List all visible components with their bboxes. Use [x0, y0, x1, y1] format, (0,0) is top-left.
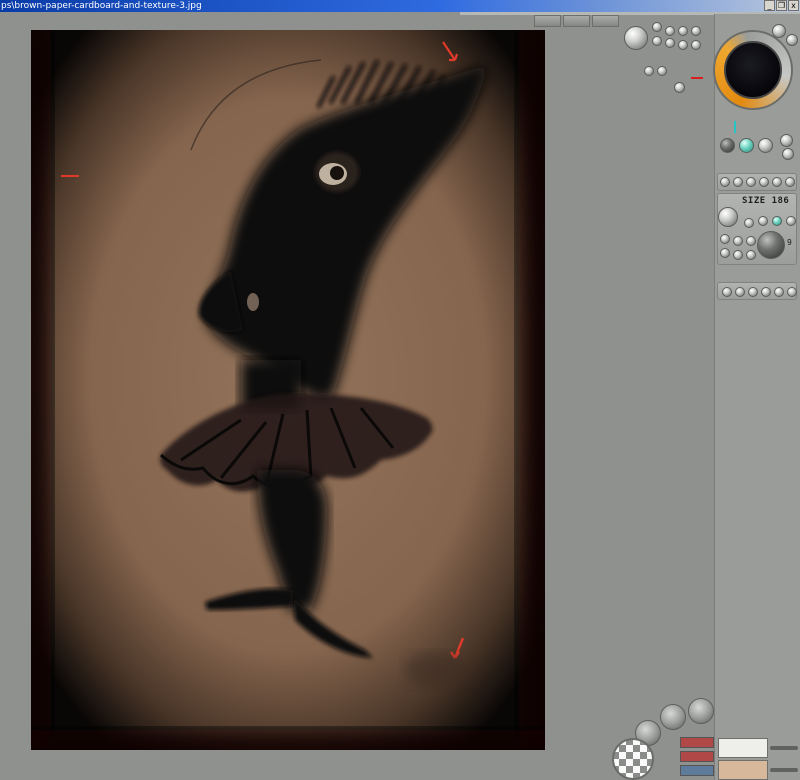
preset-knob-7[interactable]	[678, 40, 688, 50]
restore-button[interactable]: ❐	[776, 0, 787, 11]
opacity-knob-1[interactable]	[720, 234, 730, 244]
tool-knob-6[interactable]	[785, 177, 795, 187]
tray-knob-2[interactable]	[660, 704, 686, 730]
mouth-highlight	[247, 293, 259, 311]
tray-knob-3[interactable]	[688, 698, 714, 724]
tool-knob-1[interactable]	[720, 177, 730, 187]
brush-knob-large[interactable]	[624, 26, 648, 50]
pressure-dial[interactable]	[757, 231, 785, 259]
opacity-knob-2[interactable]	[733, 236, 743, 246]
tool-knob-5[interactable]	[772, 177, 782, 187]
preset-knob-8[interactable]	[691, 40, 701, 50]
opacity-knob-4[interactable]	[720, 248, 730, 258]
size-knob[interactable]	[718, 207, 738, 227]
swatch-button-1[interactable]	[680, 737, 714, 748]
blend-knob-2[interactable]	[735, 287, 745, 297]
minimize-button[interactable]: _	[764, 0, 775, 11]
preset-knob-6[interactable]	[665, 38, 675, 48]
color-knob-3[interactable]	[758, 138, 773, 153]
tool-knob-2[interactable]	[733, 177, 743, 187]
left-edge-smudge	[31, 30, 51, 750]
pressure-readout: 9	[787, 238, 792, 247]
title-bar: ps\brown-paper-cardboard-and-texture-3.j…	[0, 0, 800, 12]
tool-knob-4[interactable]	[759, 177, 769, 187]
tab-3[interactable]	[592, 15, 619, 27]
opacity-knob-6[interactable]	[746, 250, 756, 260]
size-preset-2[interactable]	[758, 216, 768, 226]
current-color-well[interactable]	[724, 41, 782, 99]
blend-knob-6[interactable]	[787, 287, 797, 297]
preset-knob-4[interactable]	[691, 26, 701, 36]
layer-thumbnail-2[interactable]	[718, 760, 768, 780]
tab-strip	[534, 15, 619, 27]
size-preset-1[interactable]	[744, 218, 754, 228]
preset-knob-13[interactable]	[786, 34, 798, 46]
drawing-canvas[interactable]	[31, 30, 545, 750]
window-title: ps\brown-paper-cardboard-and-texture-3.j…	[1, 1, 202, 11]
window-controls: _ ❐ x	[764, 0, 799, 11]
color-knob-4[interactable]	[780, 134, 793, 147]
blend-knob-5[interactable]	[774, 287, 784, 297]
preset-knob-1[interactable]	[652, 22, 662, 32]
preset-knob-3[interactable]	[678, 26, 688, 36]
layer-thumbnail-1[interactable]	[718, 738, 768, 758]
tab-1[interactable]	[534, 15, 561, 27]
color-dial[interactable]	[713, 30, 793, 110]
transparency-swatch[interactable]	[612, 738, 654, 780]
right-edge-smudge	[519, 30, 545, 750]
bottom-smudge	[405, 652, 465, 688]
eye-pupil	[330, 166, 344, 180]
preset-knob-2[interactable]	[665, 26, 675, 36]
layer-opacity-slider-1[interactable]	[770, 746, 798, 750]
color-knob-1[interactable]	[720, 138, 735, 153]
preset-knob-11[interactable]	[674, 82, 685, 93]
preset-knob-9[interactable]	[644, 66, 654, 76]
color-knob-5[interactable]	[782, 148, 794, 160]
hue-marker-teal	[734, 121, 736, 133]
color-knob-2[interactable]	[739, 138, 754, 153]
blend-knob-1[interactable]	[722, 287, 732, 297]
bottom-edge-smudge	[31, 730, 545, 750]
hue-marker-red	[691, 77, 703, 79]
swatch-button-2[interactable]	[680, 751, 714, 762]
size-preset-4[interactable]	[786, 216, 796, 226]
tab-2[interactable]	[563, 15, 590, 27]
preset-knob-10[interactable]	[657, 66, 667, 76]
charcoal-drawing	[31, 30, 545, 750]
tool-panel	[714, 14, 800, 780]
preset-knob-5[interactable]	[652, 36, 662, 46]
opacity-knob-5[interactable]	[733, 250, 743, 260]
size-preset-3[interactable]	[772, 216, 782, 226]
blend-knob-3[interactable]	[748, 287, 758, 297]
blend-knob-4[interactable]	[761, 287, 771, 297]
tool-knob-3[interactable]	[746, 177, 756, 187]
opacity-knob-3[interactable]	[746, 236, 756, 246]
layer-opacity-slider-2[interactable]	[770, 768, 798, 772]
brush-size-label: SIZE 186	[742, 196, 790, 206]
close-button[interactable]: x	[788, 0, 799, 11]
swatch-button-3[interactable]	[680, 765, 714, 776]
